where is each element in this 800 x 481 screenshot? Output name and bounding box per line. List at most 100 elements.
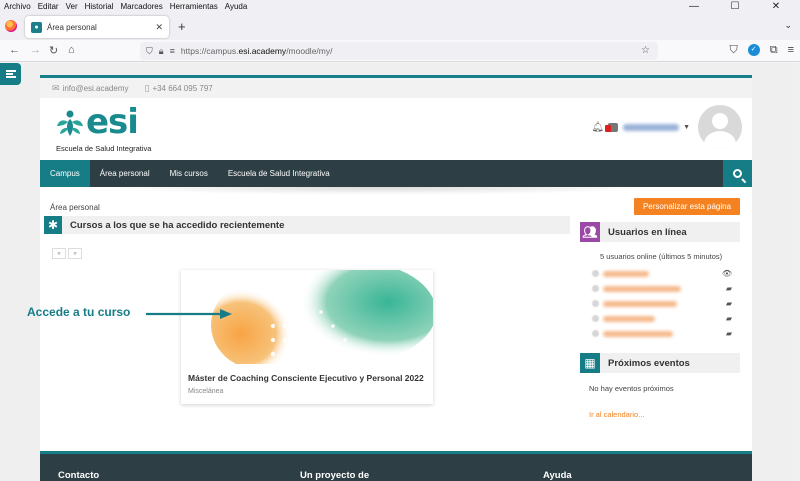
- drawer-toggle-button[interactable]: [0, 63, 21, 85]
- reload-icon[interactable]: ↻: [49, 44, 58, 57]
- lock-icon[interactable]: 🔒︎: [159, 46, 164, 57]
- menu-ver[interactable]: Ver: [66, 2, 78, 11]
- url-bar[interactable]: ⛉ 🔒︎ ≡ https://campus. esi.academy/moodle…: [140, 42, 658, 60]
- phone-icon: ▯: [144, 82, 150, 93]
- new-tab-button[interactable]: +: [178, 19, 186, 34]
- nav-campus[interactable]: Campus: [40, 160, 90, 187]
- users-icon: 👥︎: [580, 222, 600, 242]
- tab-list-icon[interactable]: ⌄: [784, 20, 792, 31]
- firefox-icon: [5, 20, 17, 32]
- menu-archivo[interactable]: Archivo: [4, 2, 31, 11]
- calendar-link[interactable]: Ir al calendario...: [589, 410, 644, 419]
- list-item[interactable]: ▰: [592, 281, 732, 296]
- online-users-header: 👥︎ Usuarios en línea: [580, 222, 740, 242]
- home-icon[interactable]: ⌂: [68, 44, 75, 56]
- user-avatar-icon: [592, 315, 599, 322]
- search-button[interactable]: [723, 160, 752, 187]
- list-item[interactable]: ▰: [592, 311, 732, 326]
- close-tab-icon[interactable]: ✕: [155, 22, 163, 33]
- user-name-blurred[interactable]: [603, 300, 677, 307]
- list-item[interactable]: ▰: [592, 296, 732, 311]
- extensions-icon[interactable]: ⧉: [770, 44, 778, 57]
- menu-editar[interactable]: Editar: [38, 2, 59, 11]
- site-container: ✉ info@esi.academy ▯ +34 664 095 797 esi E…: [40, 75, 752, 481]
- user-name-blurred[interactable]: [603, 330, 673, 337]
- recent-courses-header: ✱ Cursos a los que se ha accedido recien…: [44, 216, 570, 234]
- message-icon[interactable]: ▰: [726, 314, 732, 323]
- pocket-icon[interactable]: ✓: [747, 44, 760, 56]
- calendar-icon: ▦: [580, 353, 600, 373]
- close-window-button[interactable]: ✕: [759, 0, 793, 13]
- url-path: /moodle/my/: [286, 46, 333, 56]
- nav-area-personal[interactable]: Área personal: [90, 160, 160, 187]
- tab-title: Área personal: [47, 22, 97, 32]
- upcoming-events-header: ▦ Próximos eventos: [580, 353, 740, 373]
- nav-escuela[interactable]: Escuela de Salud Integrativa: [218, 160, 340, 187]
- online-users-list: 👁︎ ▰ ▰ ▰ ▰: [592, 266, 732, 341]
- shield-icon[interactable]: ⛉: [146, 46, 153, 57]
- maximize-button[interactable]: ☐: [718, 0, 752, 13]
- user-avatar-icon: [592, 330, 599, 337]
- menu-herramientas[interactable]: Herramientas: [170, 2, 218, 11]
- pager-next-button[interactable]: »: [68, 248, 82, 259]
- callout-label: Accede a tu curso: [27, 305, 131, 319]
- logo-figure-icon: [57, 110, 83, 136]
- user-name-blurred[interactable]: [603, 270, 649, 277]
- nav-toolbar: ← → ↻ ⌂ ⛉ 🔒︎ ≡ https://campus. esi.academ…: [0, 40, 800, 62]
- breadcrumb[interactable]: Área personal: [50, 203, 100, 212]
- page-scrollbar[interactable]: [792, 63, 800, 481]
- search-icon: [733, 169, 742, 178]
- list-item[interactable]: ▰: [592, 326, 732, 341]
- contact-phone[interactable]: +34 664 095 797: [152, 84, 212, 93]
- menu-marcadores[interactable]: Marcadores: [121, 2, 163, 11]
- message-icon[interactable]: ▰: [726, 284, 732, 293]
- message-icon[interactable]: ▰: [726, 329, 732, 338]
- nav-shadow: [100, 187, 660, 195]
- site-footer: Contacto Un proyecto de Ayuda: [40, 451, 752, 481]
- tab-area-personal[interactable]: ● Área personal ✕: [25, 16, 169, 38]
- user-name-blurred[interactable]: [603, 315, 655, 322]
- no-events-text: No hay eventos próximos: [589, 384, 674, 393]
- menu-ayuda[interactable]: Ayuda: [225, 2, 248, 11]
- chevron-down-icon[interactable]: ▼: [683, 124, 690, 131]
- site-logo[interactable]: esi Escuela de Salud Integrativa: [54, 102, 164, 158]
- forward-icon[interactable]: →: [30, 44, 41, 56]
- list-item[interactable]: 👁︎: [592, 266, 732, 281]
- eye-icon[interactable]: 👁︎: [722, 269, 732, 278]
- toolbar-right: ⛉ ✓ ⧉ ≡: [729, 44, 794, 57]
- footer-contact: Contacto: [58, 470, 100, 481]
- footer-help: Ayuda: [543, 470, 572, 481]
- message-icon[interactable]: ▰: [726, 299, 732, 308]
- hamburger-icon: [5, 70, 16, 78]
- app-menu-icon[interactable]: ≡: [788, 44, 794, 57]
- contact-email[interactable]: info@esi.academy: [63, 84, 129, 93]
- online-users-summary: 5 usuarios online (últimos 5 minutos): [600, 252, 723, 261]
- logo-subtitle: Escuela de Salud Integrativa: [56, 144, 152, 153]
- menu-historial[interactable]: Historial: [85, 2, 114, 11]
- course-card[interactable]: Máster de Coaching Consciente Ejecutivo …: [181, 270, 433, 404]
- messages-icon[interactable]: [605, 122, 619, 132]
- customize-page-button[interactable]: Personalizar esta página: [634, 198, 740, 215]
- minimize-button[interactable]: —: [677, 0, 711, 13]
- user-avatar-icon: [592, 300, 599, 307]
- user-name-blurred[interactable]: [623, 123, 680, 131]
- user-name-blurred[interactable]: [603, 285, 681, 292]
- pager-prev-button[interactable]: «: [52, 248, 66, 259]
- bell-icon[interactable]: 🔔︎: [591, 122, 604, 133]
- recent-pager: « »: [52, 248, 84, 259]
- course-category: Miscelánea: [188, 388, 224, 395]
- footer-project: Un proyecto de: [300, 470, 370, 481]
- course-title[interactable]: Máster de Coaching Consciente Ejecutivo …: [188, 373, 424, 383]
- url-prefix: https://campus.: [180, 46, 239, 56]
- tab-bar: ● Área personal ✕ + ⌄: [0, 13, 800, 40]
- user-avatar-icon: [592, 270, 599, 277]
- recent-courses-title: Cursos a los que se ha accedido reciente…: [70, 219, 285, 231]
- app-menubar: Archivo Editar Ver Historial Marcadores …: [0, 0, 800, 13]
- bookmark-star-icon[interactable]: ☆: [641, 45, 650, 56]
- avatar[interactable]: [698, 105, 742, 149]
- shield-toolbar-icon[interactable]: ⛉: [729, 44, 737, 57]
- back-icon[interactable]: ←: [9, 44, 20, 56]
- nav-mis-cursos[interactable]: Mis cursos: [160, 160, 218, 187]
- permissions-icon[interactable]: ≡: [170, 46, 175, 56]
- url-domain: esi.academy: [238, 46, 287, 56]
